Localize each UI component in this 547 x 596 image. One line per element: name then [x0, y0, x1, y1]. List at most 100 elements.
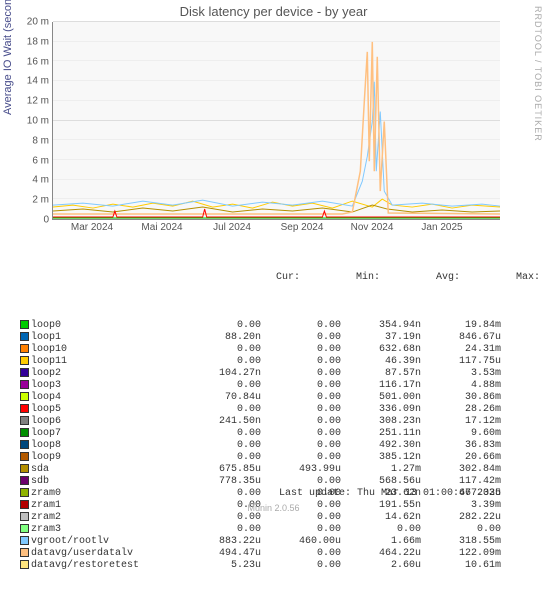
ytick: 18 m — [9, 36, 49, 47]
legend-min: 0.00 — [261, 332, 341, 344]
legend-cur: 675.85u — [181, 464, 261, 476]
legend-name: datavg/userdatalv — [31, 548, 181, 560]
legend-cur: 104.27n — [181, 368, 261, 380]
legend-min: 0.00 — [261, 524, 341, 536]
legend-table: Cur:Min:Avg:Max: loop00.000.00354.94n19.… — [20, 236, 540, 596]
legend-name: loop2 — [31, 368, 181, 380]
legend-row: datavg/restoretest5.23u0.002.60u10.61m — [20, 560, 540, 572]
legend-cur: 0.00 — [181, 512, 261, 524]
legend-row: loop6241.50n0.00308.23n17.12m — [20, 416, 540, 428]
legend-min: 0.00 — [261, 380, 341, 392]
legend-max: 302.84m — [421, 464, 501, 476]
legend-name: zram0 — [31, 488, 181, 500]
legend-row: loop2104.27n0.0087.57n3.53m — [20, 368, 540, 380]
ytick: 12 m — [9, 96, 49, 107]
legend-min: 0.00 — [261, 320, 341, 332]
legend-min: 0.00 — [261, 356, 341, 368]
legend-max: 0.00 — [421, 524, 501, 536]
legend-row: loop70.000.00251.11n9.60m — [20, 428, 540, 440]
legend-swatch — [20, 488, 29, 497]
legend-row: loop50.000.00336.09n28.26m — [20, 404, 540, 416]
legend-max: 30.86m — [421, 392, 501, 404]
legend-name: loop1 — [31, 332, 181, 344]
legend-name: loop9 — [31, 452, 181, 464]
xtick: Jan 2025 — [421, 222, 462, 233]
legend-row: loop00.000.00354.94n19.84m — [20, 320, 540, 332]
legend-swatch — [20, 464, 29, 473]
legend-swatch — [20, 416, 29, 425]
legend-max: 24.31m — [421, 344, 501, 356]
legend-min: 0.00 — [261, 416, 341, 428]
legend-swatch — [20, 440, 29, 449]
xtick: Mar 2024 — [71, 222, 113, 233]
legend-cur: 88.20n — [181, 332, 261, 344]
legend-swatch — [20, 356, 29, 365]
legend-cur: 883.22u — [181, 536, 261, 548]
legend-swatch — [20, 404, 29, 413]
legend-avg: 568.56u — [341, 476, 421, 488]
legend-row: loop100.000.00632.68n24.31m — [20, 344, 540, 356]
legend-avg: 2.60u — [341, 560, 421, 572]
chart-lines — [53, 22, 500, 219]
legend-swatch — [20, 368, 29, 377]
legend-cur: 494.47u — [181, 548, 261, 560]
ytick: 10 m — [9, 116, 49, 127]
legend-avg: 0.00 — [341, 524, 421, 536]
legend-max: 3.53m — [421, 368, 501, 380]
legend-name: vgroot/rootlv — [31, 536, 181, 548]
legend-name: loop4 — [31, 392, 181, 404]
legend-avg: 116.17n — [341, 380, 421, 392]
legend-cur: 0.00 — [181, 440, 261, 452]
legend-avg: 46.39n — [341, 356, 421, 368]
legend-avg: 632.68n — [341, 344, 421, 356]
legend-swatch — [20, 548, 29, 557]
legend-max: 17.12m — [421, 416, 501, 428]
legend-swatch — [20, 452, 29, 461]
ytick: 2 m — [9, 195, 49, 206]
legend-swatch — [20, 344, 29, 353]
legend-cur: 241.50n — [181, 416, 261, 428]
legend-avg: 251.11n — [341, 428, 421, 440]
last-update: Last update: Thu Mar 13 01:00:46 2025 — [279, 488, 501, 499]
legend-name: sdb — [31, 476, 181, 488]
legend-swatch — [20, 512, 29, 521]
xtick: Mai 2024 — [141, 222, 182, 233]
legend-avg: 37.19n — [341, 332, 421, 344]
legend-avg: 492.30n — [341, 440, 421, 452]
legend-row: vgroot/rootlv883.22u460.00u1.66m318.55m — [20, 536, 540, 548]
legend-name: loop6 — [31, 416, 181, 428]
legend-cur: 0.00 — [181, 320, 261, 332]
ytick: 6 m — [9, 155, 49, 166]
legend-max: 4.88m — [421, 380, 501, 392]
legend-name: loop11 — [31, 356, 181, 368]
legend-min: 493.99u — [261, 464, 341, 476]
legend-min: 460.00u — [261, 536, 341, 548]
legend-swatch — [20, 428, 29, 437]
legend-avg: 501.00n — [341, 392, 421, 404]
legend-cur: 0.00 — [181, 356, 261, 368]
legend-max: 117.42m — [421, 476, 501, 488]
legend-min: 0.00 — [261, 476, 341, 488]
legend-name: loop3 — [31, 380, 181, 392]
legend-max: 282.22u — [421, 512, 501, 524]
legend-row: loop90.000.00385.12n20.66m — [20, 452, 540, 464]
legend-max: 20.66m — [421, 452, 501, 464]
ytick: 16 m — [9, 56, 49, 67]
legend-max: 28.26m — [421, 404, 501, 416]
legend-name: zram2 — [31, 512, 181, 524]
legend-name: zram3 — [31, 524, 181, 536]
legend-min: 0.00 — [261, 392, 341, 404]
ytick: 14 m — [9, 76, 49, 87]
legend-row: sda675.85u493.99u1.27m302.84m — [20, 464, 540, 476]
ytick: 8 m — [9, 135, 49, 146]
legend-max: 122.09m — [421, 548, 501, 560]
legend-row: loop110.000.0046.39n117.75u — [20, 356, 540, 368]
legend-row: loop80.000.00492.30n36.83m — [20, 440, 540, 452]
legend-avg: 1.27m — [341, 464, 421, 476]
legend-row: datavg/userdatalv494.47u0.00464.22u122.0… — [20, 548, 540, 560]
legend-cur: 5.23u — [181, 560, 261, 572]
legend-cur: 0.00 — [181, 452, 261, 464]
legend-min: 0.00 — [261, 512, 341, 524]
legend-cur: 0.00 — [181, 380, 261, 392]
legend-max: 9.60m — [421, 428, 501, 440]
